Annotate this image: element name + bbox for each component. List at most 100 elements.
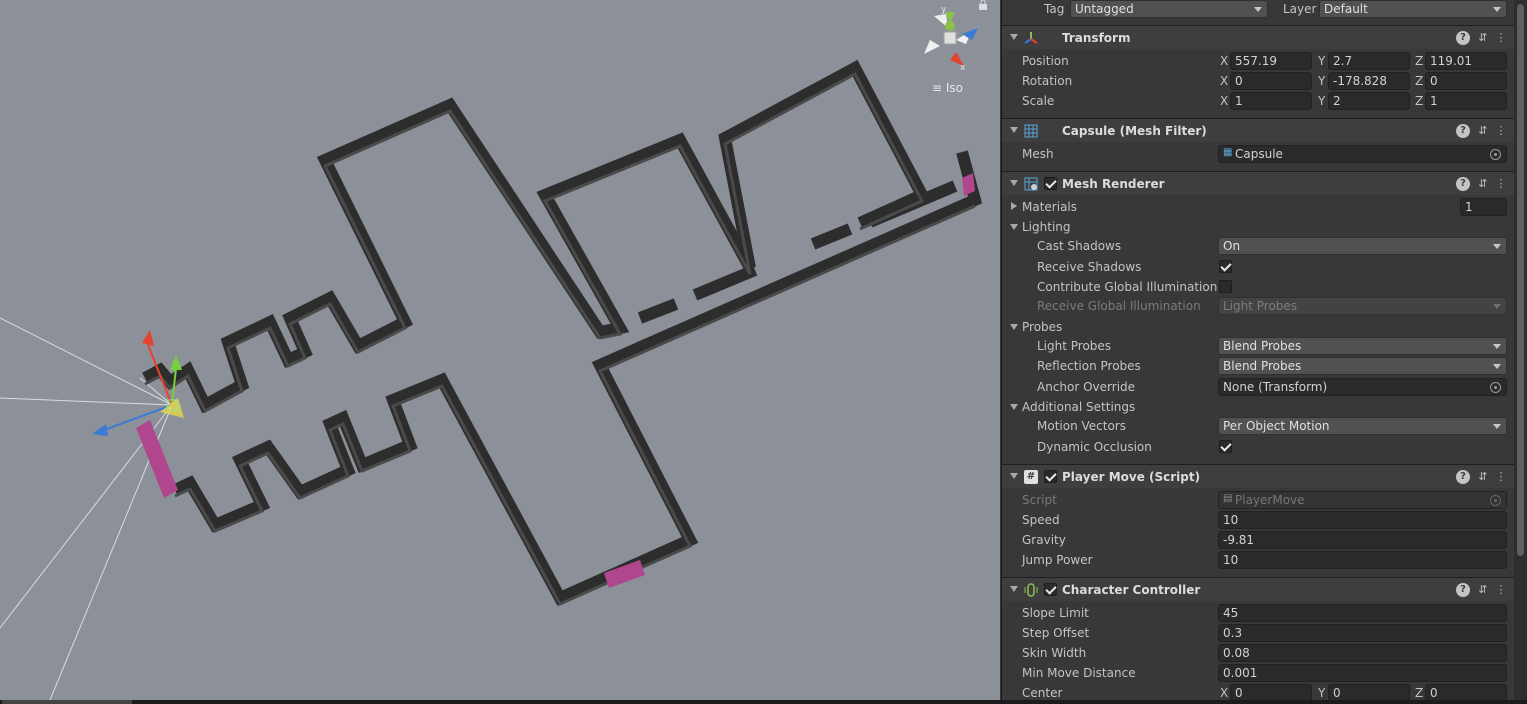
rotation-x-field[interactable]: 0 [1230,72,1312,90]
presets-icon[interactable]: ⇵ [1476,177,1490,191]
rotation-z-field[interactable]: 0 [1425,72,1507,90]
mesh-filter-header[interactable]: Capsule (Mesh Filter) ? ⇵ ⋮ [1002,118,1514,142]
axis-y-label[interactable]: Y [1318,54,1325,68]
axis-y-label[interactable]: Y [1318,94,1325,108]
materials-row[interactable]: Materials 1 [1002,197,1514,217]
jump-power-field[interactable]: 10 [1218,551,1507,569]
reflection-probes-label: Reflection Probes [1037,359,1141,373]
layer-dropdown[interactable]: Default [1319,0,1507,18]
presets-icon[interactable]: ⇵ [1476,470,1490,484]
step-offset-label: Step Offset [1022,626,1090,640]
help-icon[interactable]: ? [1456,31,1470,45]
fold-arrow-icon[interactable] [1010,180,1018,186]
help-icon[interactable]: ? [1456,470,1470,484]
probes-row[interactable]: Probes [1002,317,1514,337]
scene-view[interactable]: y x ≡ Iso [0,0,1000,700]
receive-shadows-row: Receive Shadows [1002,257,1514,277]
transform-header[interactable]: Transform ? ⇵ ⋮ [1002,25,1514,49]
tag-dropdown[interactable]: Untagged [1070,0,1268,18]
position-x-field[interactable]: 557.19 [1230,52,1312,70]
mesh-renderer-header[interactable]: Mesh Renderer ? ⇵ ⋮ [1002,171,1514,195]
help-icon[interactable]: ? [1456,177,1470,191]
axis-z-label[interactable]: Z [1415,686,1423,700]
orientation-gizmo[interactable]: y x [924,5,978,73]
scale-y-field[interactable]: 2 [1328,92,1410,110]
scene-canvas[interactable]: y x [0,0,1000,700]
reflection-probes-dropdown[interactable]: Blend Probes [1218,357,1507,375]
lock-icon[interactable] [978,0,988,10]
lighting-row[interactable]: Lighting [1002,217,1514,237]
more-options-icon[interactable]: ⋮ [1494,470,1508,484]
receive-gi-row: Receive Global Illumination Light Probes [1002,296,1514,316]
presets-icon[interactable]: ⇵ [1476,31,1490,45]
min-move-field[interactable]: 0.001 [1218,664,1507,682]
rotation-y-field[interactable]: -178.828 [1328,72,1410,90]
speed-field[interactable]: 10 [1218,511,1507,529]
player-move-header[interactable]: # Player Move (Script) ? ⇵ ⋮ [1002,464,1514,488]
help-icon[interactable]: ? [1456,124,1470,138]
axis-x-label[interactable]: X [1220,94,1228,108]
gravity-field[interactable]: -9.81 [1218,531,1507,549]
position-z-field[interactable]: 119.01 [1425,52,1507,70]
fold-arrow-icon[interactable] [1010,404,1018,410]
axis-y-label[interactable]: Y [1318,74,1325,88]
projection-toggle[interactable]: ≡ Iso [932,81,963,95]
slope-limit-field[interactable]: 45 [1218,604,1507,622]
cast-shadows-dropdown[interactable]: On [1218,237,1507,255]
inspector-scrollbar[interactable] [1514,0,1527,704]
gravity-label: Gravity [1022,533,1066,547]
scale-x-field[interactable]: 1 [1230,92,1312,110]
bottom-tab[interactable] [2,700,132,704]
axis-x-label[interactable]: X [1220,74,1228,88]
object-picker-icon[interactable] [1490,382,1501,393]
mesh-renderer-enabled-checkbox[interactable] [1044,177,1057,190]
presets-icon[interactable]: ⇵ [1476,583,1490,597]
position-y-field[interactable]: 2.7 [1328,52,1410,70]
axis-z-label[interactable]: Z [1415,94,1423,108]
fold-arrow-icon[interactable] [1010,473,1018,479]
receive-shadows-checkbox[interactable] [1219,260,1232,273]
mesh-object-field[interactable]: ▦ Capsule [1218,145,1507,163]
presets-icon[interactable]: ⇵ [1476,124,1490,138]
fold-arrow-icon[interactable] [1010,224,1018,230]
more-options-icon[interactable]: ⋮ [1494,177,1508,191]
dynamic-occlusion-checkbox[interactable] [1219,440,1232,453]
object-picker-icon[interactable] [1490,149,1501,160]
character-controller-enabled-checkbox[interactable] [1044,583,1057,596]
fold-arrow-icon[interactable] [1010,34,1018,40]
contribute-gi-label: Contribute Global Illumination [1037,280,1218,294]
fold-arrow-icon[interactable] [1011,202,1017,210]
contribute-gi-checkbox[interactable] [1219,280,1232,293]
fold-arrow-icon[interactable] [1010,324,1018,330]
skin-width-field[interactable]: 0.08 [1218,644,1507,662]
step-offset-field[interactable]: 0.3 [1218,624,1507,642]
scrollbar-thumb[interactable] [1517,4,1524,556]
position-label: Position [1022,54,1069,68]
slope-limit-row: Slope Limit 45 [1002,603,1514,623]
more-options-icon[interactable]: ⋮ [1494,583,1508,597]
axis-z-label[interactable]: Z [1415,54,1423,68]
pink-marker-left [136,420,178,498]
lighting-label: Lighting [1022,220,1071,234]
more-options-icon[interactable]: ⋮ [1494,124,1508,138]
axis-x-label[interactable]: X [1220,54,1228,68]
fold-arrow-icon[interactable] [1010,127,1018,133]
fold-arrow-icon[interactable] [1010,586,1018,592]
mesh-row: Mesh ▦ Capsule [1002,144,1514,164]
additional-settings-row[interactable]: Additional Settings [1002,397,1514,417]
character-controller-header[interactable]: Character Controller ? ⇵ ⋮ [1002,577,1514,601]
more-options-icon[interactable]: ⋮ [1494,31,1508,45]
light-probes-dropdown[interactable]: Blend Probes [1218,337,1507,355]
materials-count-field[interactable]: 1 [1460,198,1507,216]
help-icon[interactable]: ? [1456,583,1470,597]
scale-z-field[interactable]: 1 [1425,92,1507,110]
motion-vectors-dropdown[interactable]: Per Object Motion [1218,417,1507,435]
axis-y-label[interactable]: Y [1318,686,1325,700]
anchor-override-field[interactable]: None (Transform) [1218,378,1507,396]
player-move-enabled-checkbox[interactable] [1044,470,1057,483]
mesh-renderer-icon [1024,177,1038,191]
axis-x-label[interactable]: X [1220,686,1228,700]
jump-power-label: Jump Power [1022,553,1093,567]
receive-gi-label: Receive Global Illumination [1037,299,1201,313]
axis-z-label[interactable]: Z [1415,74,1423,88]
